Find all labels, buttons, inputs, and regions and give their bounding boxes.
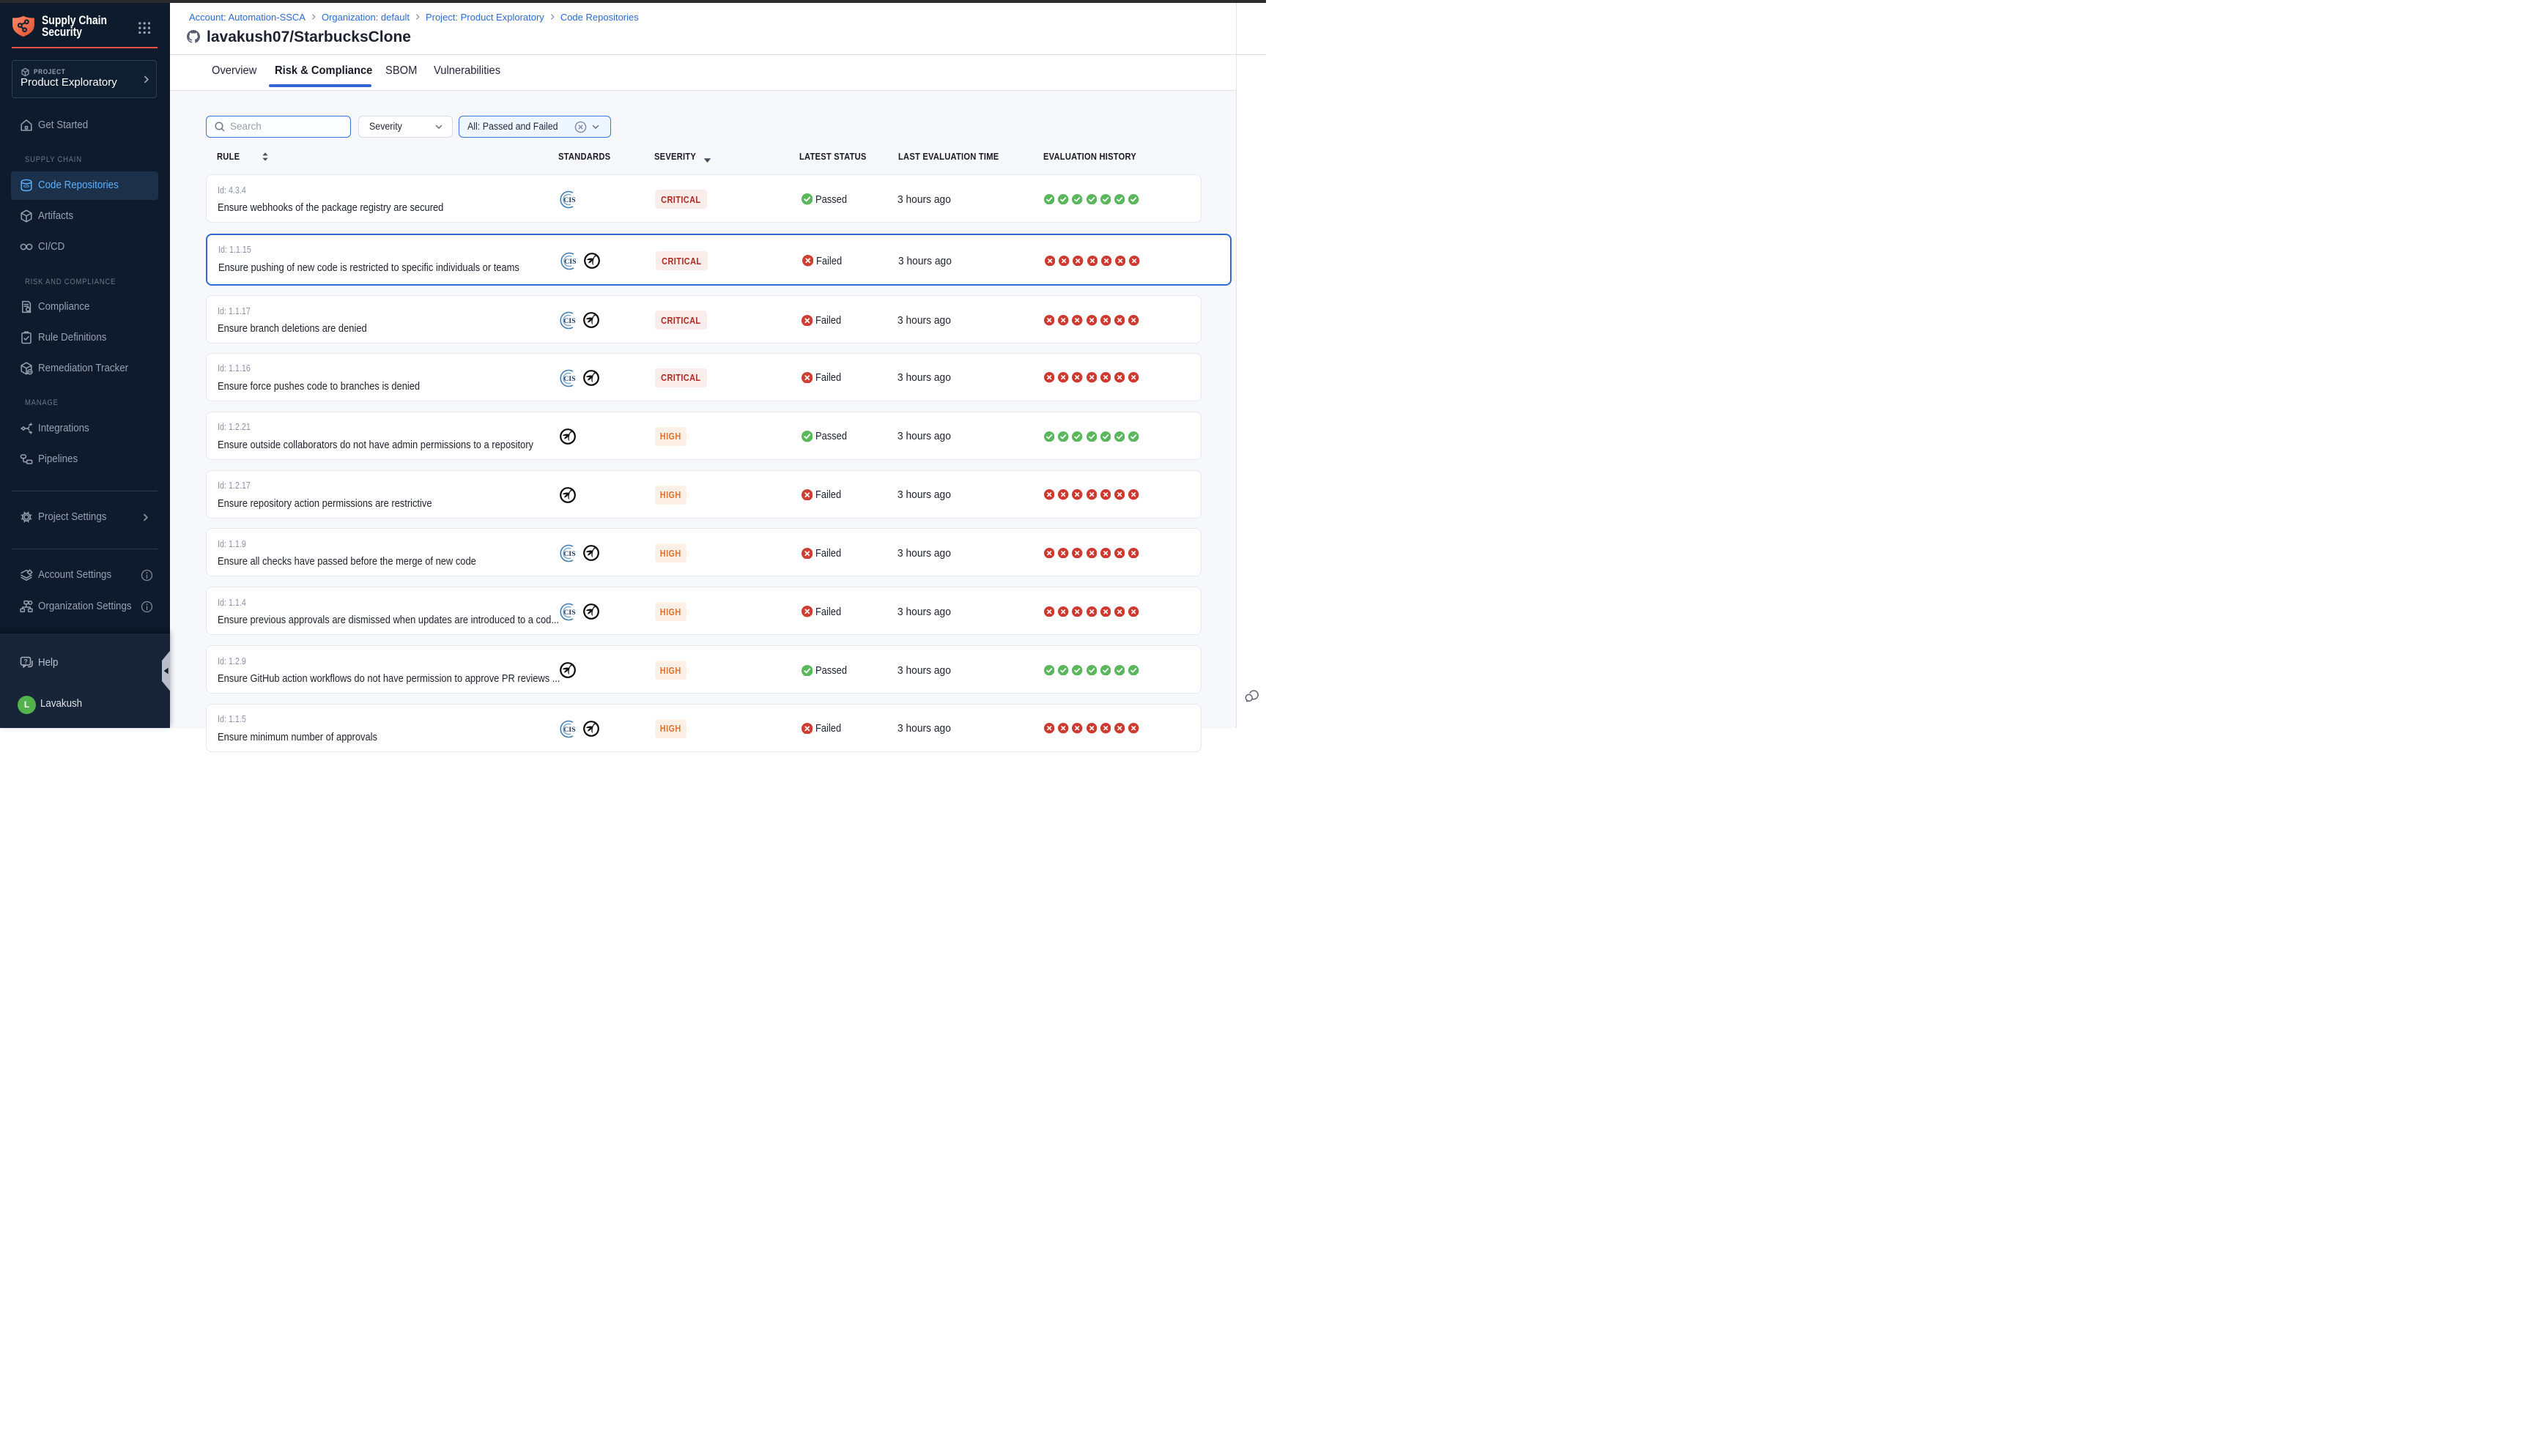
svg-text:CIS: CIS bbox=[563, 550, 576, 558]
svg-text:</>: </> bbox=[23, 185, 30, 190]
svg-text:CIS: CIS bbox=[563, 196, 576, 204]
svg-text:?: ? bbox=[24, 658, 28, 665]
svg-text:CIS: CIS bbox=[563, 609, 576, 617]
svg-text:CIS: CIS bbox=[563, 375, 576, 383]
svg-text:CIS: CIS bbox=[563, 726, 576, 734]
svg-text:CIS: CIS bbox=[563, 318, 576, 326]
svg-text:CIS: CIS bbox=[564, 258, 577, 266]
